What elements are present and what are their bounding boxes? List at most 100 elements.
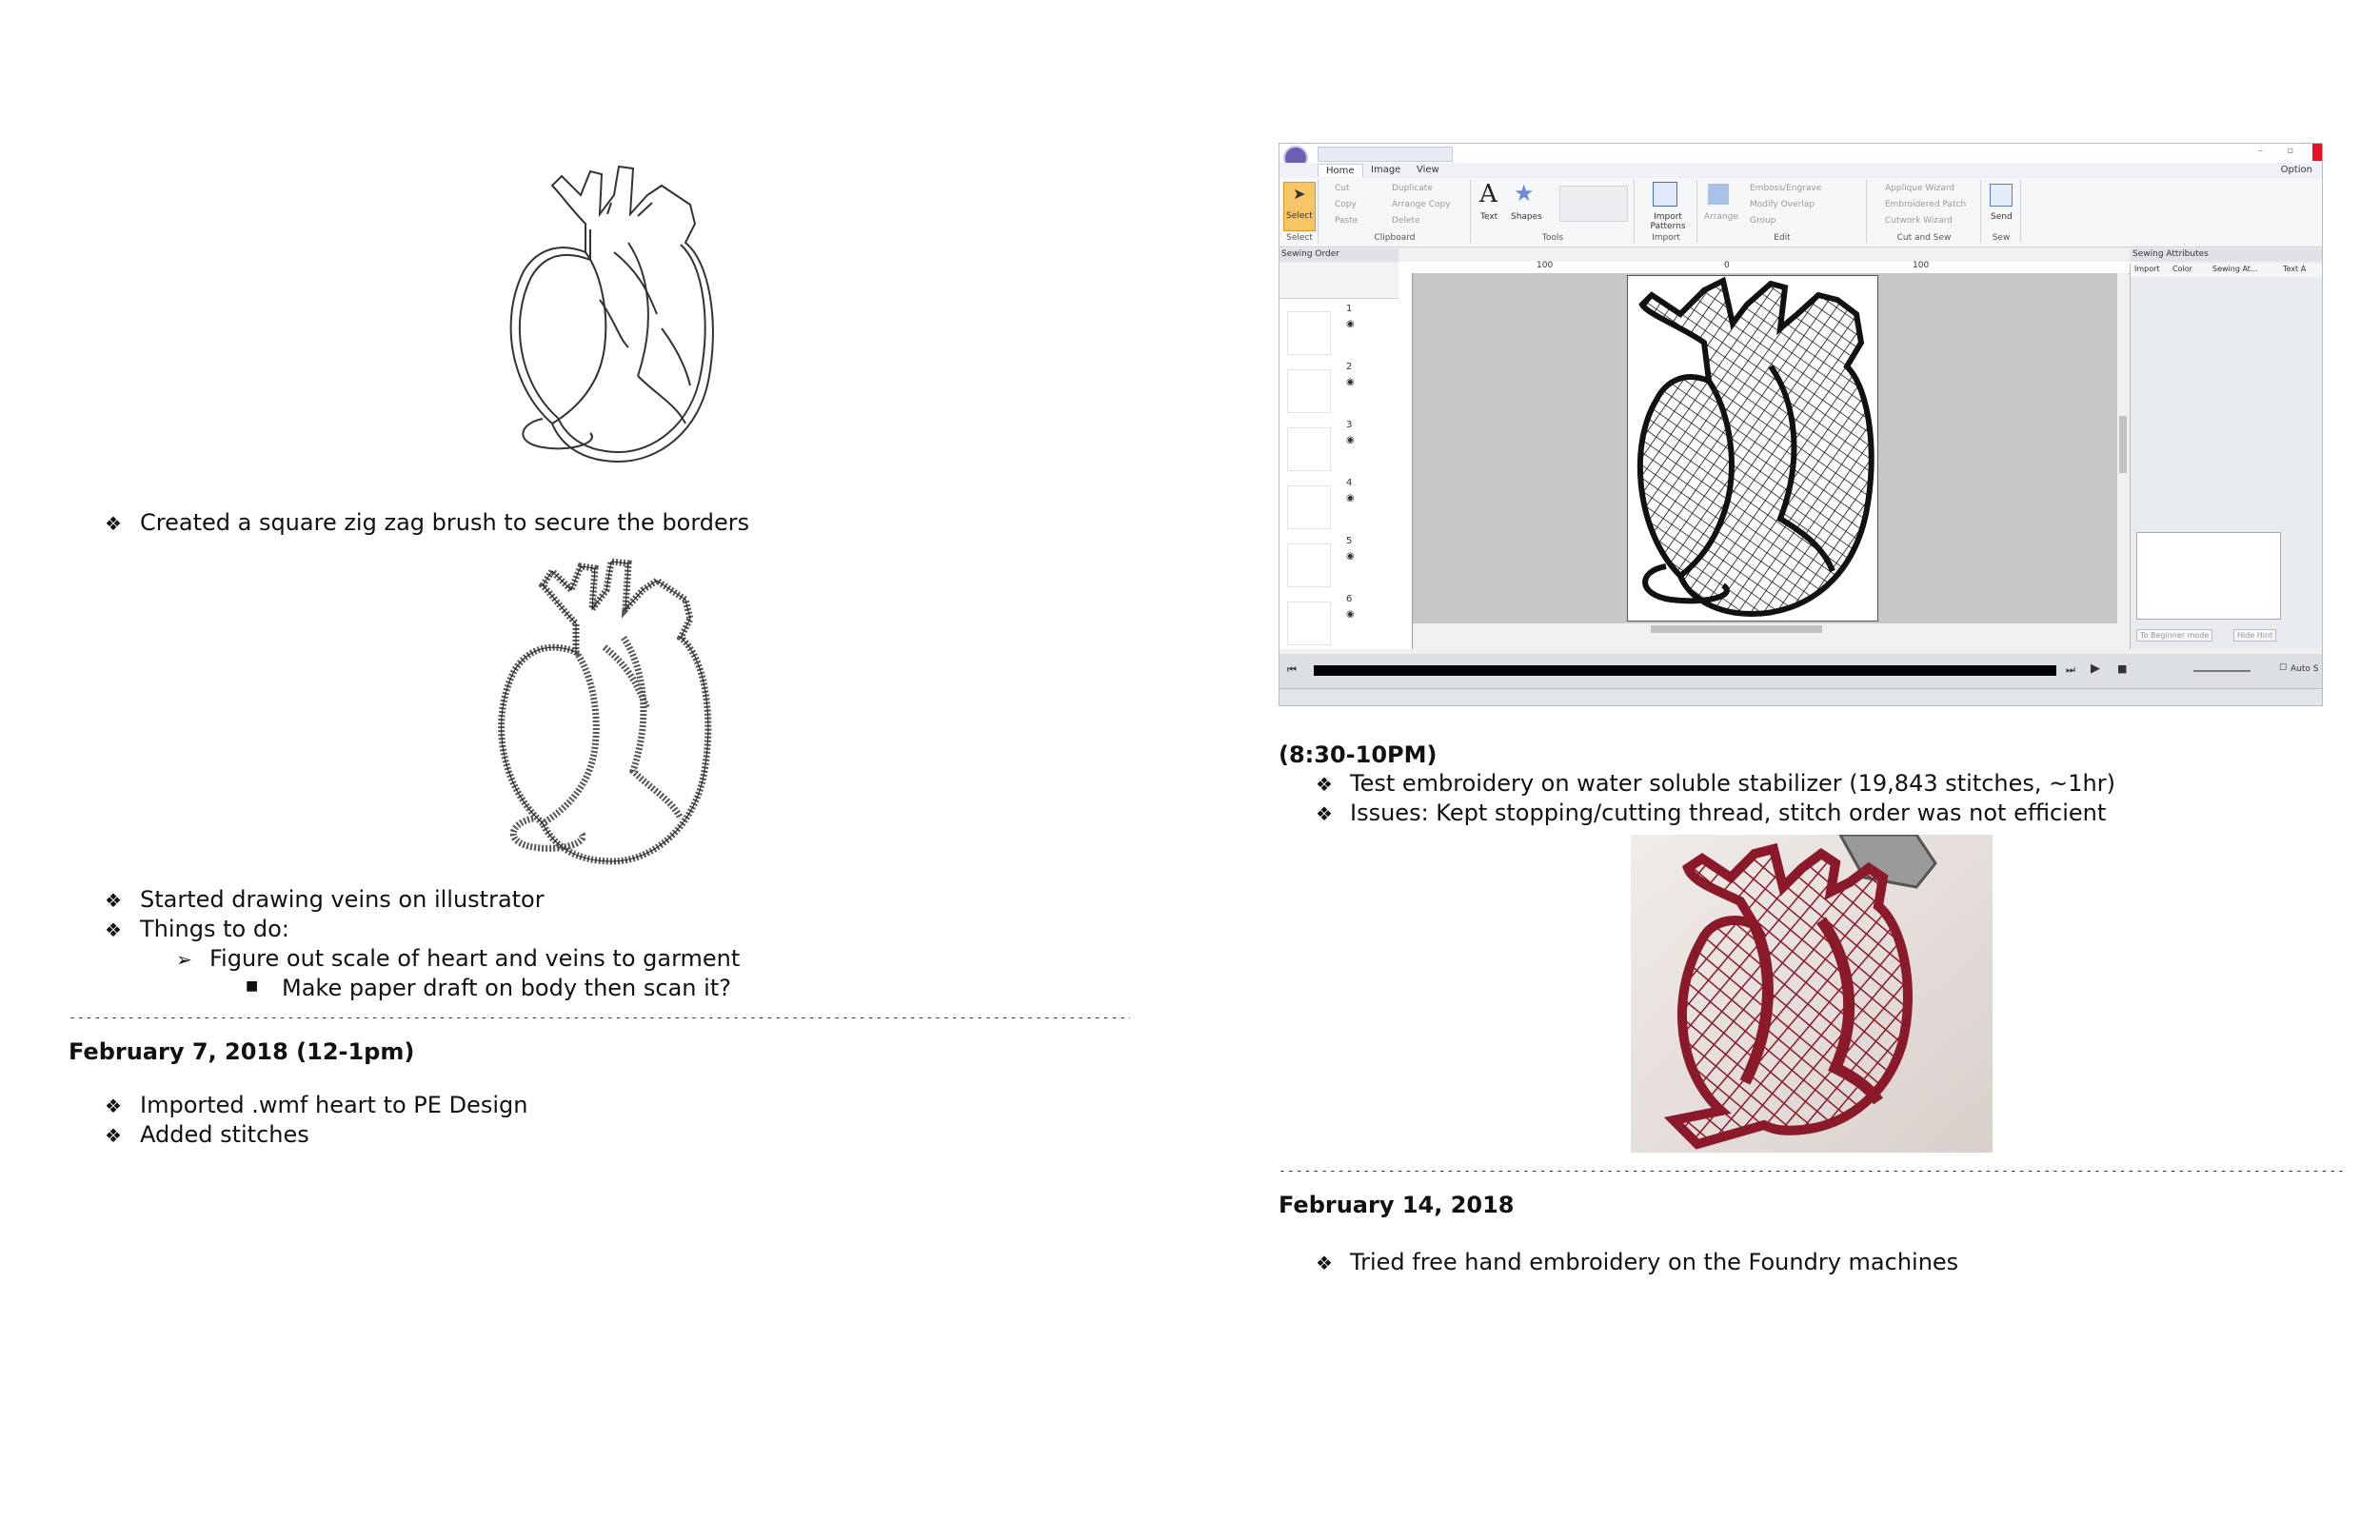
- sewing-order-panel: Sewing Order 1 ◉ 2 ◉ 3 ◉ 4 ◉ 5 ◉ 6 ◉: [1279, 248, 1399, 649]
- sewing-order-item[interactable]: 3 ◉: [1287, 420, 1382, 473]
- cutwork-wizard-button[interactable]: Cutwork Wizard: [1885, 216, 1953, 226]
- send-icon[interactable]: [1990, 184, 2013, 207]
- group-select: ➤ Select Select: [1281, 180, 1319, 243]
- text-tool-icon[interactable]: A: [1479, 180, 1497, 208]
- sewing-order-number: 5: [1346, 536, 1353, 546]
- close-window-icon[interactable]: [2312, 144, 2322, 161]
- group-label: Cut and Sew: [1896, 233, 1952, 243]
- vertical-scrollbar[interactable]: [2117, 273, 2129, 635]
- cursor-arrow-icon: ➤: [1293, 185, 1306, 203]
- square-bullet-icon: ■: [246, 978, 259, 994]
- sewing-attributes-title: Sewing Attributes: [2132, 249, 2209, 259]
- sewing-attributes-header: Sewing Attributes: [2131, 248, 2322, 262]
- tab-image[interactable]: Image: [1363, 164, 1408, 176]
- sewing-order-thumbnail: [1287, 485, 1331, 529]
- tab-import[interactable]: Import: [2134, 265, 2160, 273]
- sewing-order-header: Sewing Order: [1279, 248, 1398, 262]
- scroll-thumb[interactable]: [1651, 625, 1822, 633]
- zoom-tools[interactable]: [1559, 186, 1628, 222]
- stop-icon[interactable]: ■: [2117, 662, 2127, 675]
- tab-home[interactable]: Home: [1318, 164, 1363, 177]
- sewing-order-item[interactable]: 2 ◉: [1287, 362, 1382, 415]
- sewing-order-toolbar[interactable]: [1279, 264, 1398, 299]
- maximize-icon[interactable]: ▫: [2287, 146, 2293, 156]
- arrange-label: Arrange: [1704, 212, 1738, 222]
- vertical-ruler: [1398, 273, 1413, 649]
- ruler-mark: 100: [1537, 261, 1554, 270]
- group-button[interactable]: Group: [1750, 216, 1775, 226]
- embroidered-heart-photo: [1631, 835, 1993, 1153]
- ruler-mark: 100: [1913, 261, 1930, 270]
- option-menu[interactable]: Option: [2273, 164, 2320, 176]
- hide-hint-button[interactable]: Hide Hint: [2233, 629, 2277, 642]
- eye-icon[interactable]: ◉: [1346, 435, 1355, 445]
- heart-zigzag-illustration: [498, 558, 712, 865]
- duplicate-button[interactable]: Duplicate: [1392, 184, 1433, 193]
- group-label: Tools: [1541, 233, 1564, 243]
- tab-color[interactable]: Color: [2172, 265, 2192, 273]
- minimize-icon[interactable]: –: [2258, 146, 2263, 156]
- shapes-tool-icon[interactable]: ★: [1514, 180, 1535, 207]
- divider: ----------------------------------------…: [69, 1011, 1130, 1025]
- copy-button[interactable]: Copy: [1335, 200, 1357, 209]
- sewing-order-item[interactable]: 5 ◉: [1287, 536, 1382, 589]
- tab-sewing-attributes[interactable]: Sewing At...: [2212, 265, 2258, 273]
- group-tools: A Text ★ Shapes Tools: [1472, 180, 1635, 243]
- speed-slider[interactable]: [2193, 670, 2251, 672]
- ribbon: ➤ Select Select Cut Copy Paste Duplicate…: [1279, 178, 2322, 247]
- select-button[interactable]: ➤ Select: [1283, 182, 1316, 231]
- eye-icon[interactable]: ◉: [1346, 493, 1355, 503]
- arrange-copy-button[interactable]: Arrange Copy: [1392, 200, 1451, 209]
- bullet-icon: ❖: [105, 512, 122, 535]
- hint-preview-box: [2136, 532, 2281, 620]
- tab-view[interactable]: View: [1409, 164, 1447, 176]
- bullet-icon: ❖: [1316, 1252, 1333, 1274]
- sewing-order-number: 2: [1346, 362, 1353, 372]
- quick-access-toolbar[interactable]: [1318, 147, 1453, 162]
- text-tool-label: Text: [1480, 212, 1498, 222]
- import-patterns-icon[interactable]: [1653, 182, 1677, 207]
- sewing-order-number: 4: [1346, 478, 1353, 488]
- applique-wizard-button[interactable]: Applique Wizard: [1885, 184, 1954, 193]
- eye-icon[interactable]: ◉: [1346, 319, 1355, 329]
- delete-button[interactable]: Delete: [1392, 216, 1420, 226]
- paste-button[interactable]: Paste: [1335, 216, 1358, 226]
- bullet-icon: ❖: [105, 1124, 122, 1147]
- shapes-tool-label: Shapes: [1511, 212, 1542, 222]
- bullet-icon: ❖: [1316, 802, 1333, 825]
- arrange-icon[interactable]: [1708, 184, 1729, 205]
- stitched-heart-design: [1636, 276, 1874, 618]
- embroidered-patch-button[interactable]: Embroidered Patch: [1885, 200, 1966, 209]
- window-titlebar: – ▫: [1279, 144, 2322, 170]
- play-icon[interactable]: ▶: [2091, 661, 2100, 676]
- beginner-mode-button[interactable]: To Beginner mode: [2136, 629, 2213, 642]
- sewing-order-item[interactable]: 4 ◉: [1287, 478, 1382, 531]
- emboss-engrave-button[interactable]: Emboss/Engrave: [1750, 184, 1821, 193]
- sewing-order-item[interactable]: 1 ◉: [1287, 304, 1382, 357]
- sewing-order-item[interactable]: 6 ◉: [1287, 594, 1382, 647]
- horizontal-scrollbar[interactable]: [1413, 623, 2117, 635]
- cut-button[interactable]: Cut: [1335, 184, 1350, 193]
- pe-design-screenshot: – ▫ Home Image View Option ➤ Select Sele…: [1279, 143, 2323, 706]
- eye-icon[interactable]: ◉: [1346, 551, 1355, 562]
- design-canvas[interactable]: [1413, 273, 2117, 635]
- divider: ----------------------------------------…: [1279, 1164, 2343, 1178]
- bullet-icon: ❖: [1316, 773, 1333, 796]
- ruler-mark: 0: [1724, 261, 1730, 270]
- tab-text-attributes[interactable]: Text A: [2283, 265, 2306, 273]
- auto-label: Auto S: [2291, 664, 2319, 674]
- import-patterns-label[interactable]: Import Patterns: [1639, 212, 1696, 231]
- skip-back-icon[interactable]: ⏮: [1287, 663, 1297, 677]
- eye-icon[interactable]: ◉: [1346, 609, 1355, 620]
- group-label: Sew: [1992, 233, 2011, 243]
- modify-overlap-button[interactable]: Modify Overlap: [1750, 200, 1815, 209]
- skip-forward-icon[interactable]: ⏭: [2066, 663, 2075, 677]
- simulator-progress-track[interactable]: [1314, 665, 2056, 676]
- group-label: Select: [1286, 233, 1313, 243]
- note-issues: Issues: Kept stopping/cutting thread, st…: [1350, 800, 2107, 826]
- note-draft: Make paper draft on body then scan it?: [282, 975, 731, 1001]
- eye-icon[interactable]: ◉: [1346, 377, 1355, 387]
- group-cut-and-sew: Applique Wizard Embroidered Patch Cutwor…: [1868, 180, 1981, 243]
- auto-checkbox[interactable]: ☐: [2279, 663, 2287, 673]
- scroll-thumb[interactable]: [2119, 416, 2127, 473]
